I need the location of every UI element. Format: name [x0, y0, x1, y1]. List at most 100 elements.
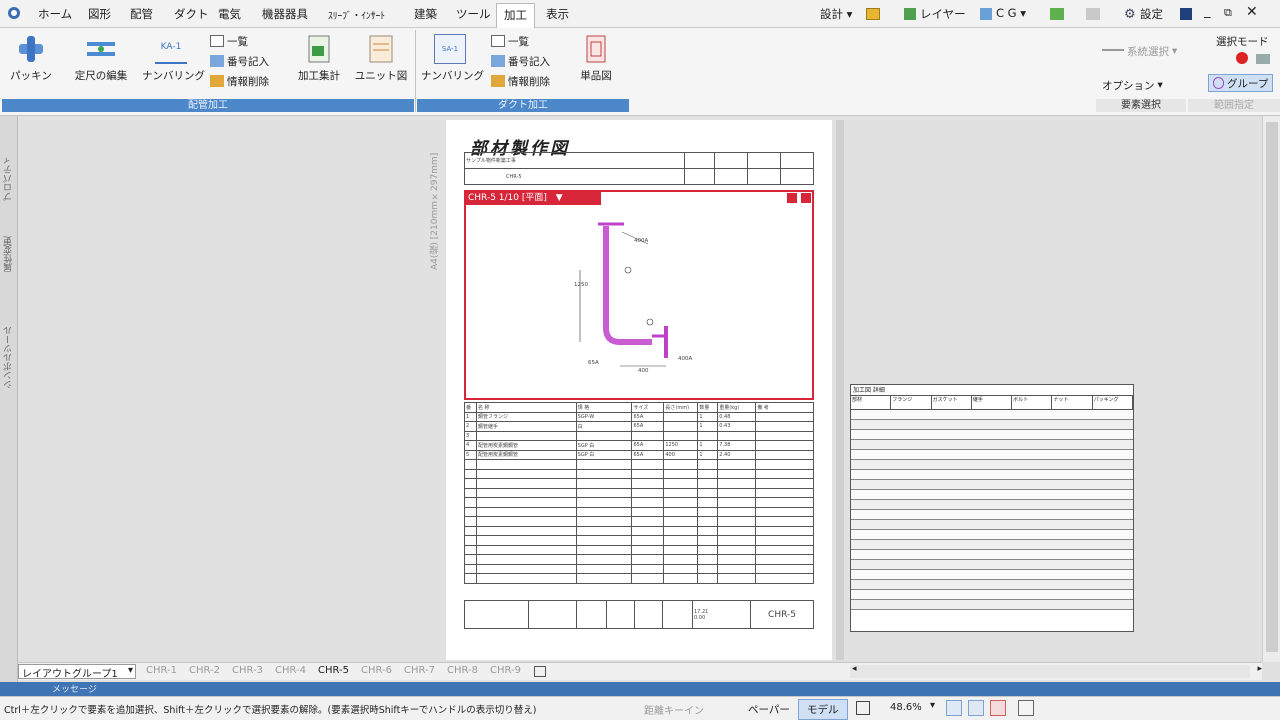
- view-maximize-icon[interactable]: [786, 192, 798, 204]
- minimize-icon[interactable]: _: [1204, 4, 1211, 19]
- unit-drawing-button[interactable]: ユニット図: [352, 32, 410, 88]
- view-header-bar[interactable]: CHR-5 1/10 [平面] ▼: [466, 192, 601, 205]
- footer-code: CHR-5: [768, 609, 796, 620]
- fit-view-icon[interactable]: [856, 701, 870, 715]
- table-cell: [663, 554, 699, 565]
- sheet-tab-chr-8[interactable]: CHR-8: [447, 665, 478, 676]
- table-cell: [697, 573, 719, 584]
- fabrication-total-button[interactable]: 加工集計: [290, 32, 348, 88]
- sheet-tab-chr-9[interactable]: CHR-9: [490, 665, 521, 676]
- table-cell: [631, 563, 665, 574]
- print-preview-icon[interactable]: [1018, 700, 1034, 716]
- printer-icon[interactable]: [1256, 54, 1270, 64]
- attribute-change-tab[interactable]: 属性変更: [2, 236, 16, 272]
- menu-view[interactable]: 表示: [546, 6, 569, 22]
- numbering-icon: KA-1: [155, 34, 187, 64]
- drawing-view-frame[interactable]: CHR-5 1/10 [平面] ▼ 400A 1250 400 65A 400A: [464, 190, 814, 400]
- menu-piping[interactable]: 配管: [130, 6, 153, 22]
- duct-numbering-button[interactable]: SA-1 ナンバリング: [421, 32, 484, 88]
- table-row: [851, 440, 1133, 450]
- scroll-left-icon[interactable]: ◂: [852, 664, 857, 674]
- pipe-number-entry-button[interactable]: 番号記入: [210, 52, 269, 70]
- duct-number-entry-button[interactable]: 番号記入: [491, 52, 550, 70]
- pipe-info-delete-button[interactable]: 情報削除: [210, 72, 269, 90]
- layer-button[interactable]: レイヤー: [920, 6, 966, 22]
- properties-tab[interactable]: プロパティ: [2, 156, 16, 201]
- paper-mode-button[interactable]: ペーパー: [748, 702, 790, 717]
- zoom-dropdown-icon[interactable]: ▾: [930, 700, 935, 711]
- menu-building[interactable]: 建築: [414, 6, 437, 22]
- gear-icon[interactable]: ⚙: [1124, 7, 1136, 22]
- zoom-window-icon[interactable]: [990, 700, 1006, 716]
- zoom-in-icon[interactable]: [968, 700, 984, 716]
- design-dropdown[interactable]: 設計 ▾: [820, 6, 852, 22]
- table-cell: [717, 535, 757, 546]
- model-mode-button[interactable]: モデル: [798, 699, 848, 720]
- tool-icon[interactable]: [1050, 8, 1064, 20]
- arrow-icon[interactable]: [1086, 8, 1100, 20]
- symbol-tool-tab[interactable]: シンボルツール: [2, 326, 16, 389]
- edit-length-button[interactable]: 定尺の編集: [68, 32, 134, 88]
- menu-sleeve[interactable]: ｽﾘｰﾌﾞ・ｲﾝｻｰﾄ: [328, 8, 385, 22]
- cg-button[interactable]: C G ▾: [996, 6, 1026, 20]
- menu-electric[interactable]: 電気: [218, 6, 241, 22]
- single-part-drawing-button[interactable]: 単品図: [567, 32, 625, 88]
- menu-fabrication[interactable]: 加工: [496, 3, 535, 28]
- detail-table-panel[interactable]: 加工図 詳細 部材 フランジ ガスケット 継手 ボルト ナット パッキング: [850, 384, 1134, 632]
- menu-tools[interactable]: ツール: [456, 6, 491, 22]
- system-select-button[interactable]: 系統選択 ▾: [1102, 42, 1177, 60]
- chevron-down-icon[interactable]: ▾: [128, 665, 133, 676]
- menu-duct[interactable]: ダクト: [174, 6, 209, 22]
- sheet-tab-chr-7[interactable]: CHR-7: [404, 665, 435, 676]
- options-dropdown[interactable]: オプション ▾: [1102, 76, 1163, 94]
- red-pin-icon[interactable]: [1236, 52, 1248, 64]
- folder-icon[interactable]: [866, 8, 880, 20]
- menu-shape[interactable]: 図形: [88, 6, 111, 22]
- table-row: [464, 573, 814, 584]
- table-cell: [575, 535, 633, 546]
- sheet-tab-chr-4[interactable]: CHR-4: [275, 665, 306, 676]
- horizontal-scrollbar[interactable]: ◂ ▸: [850, 664, 1262, 678]
- settings-button[interactable]: 設定: [1140, 6, 1163, 22]
- system-select-label: 系統選択: [1127, 45, 1169, 58]
- pipe-numbering-button[interactable]: KA-1 ナンバリング: [142, 32, 205, 88]
- layout-group-select[interactable]: レイアウトグループ1 ▾: [18, 664, 136, 680]
- restore-icon[interactable]: ⧉: [1224, 6, 1232, 20]
- scroll-right-icon[interactable]: ▸: [1257, 664, 1262, 674]
- duct-info-delete-button[interactable]: 情報削除: [491, 72, 550, 90]
- add-sheet-icon[interactable]: [534, 666, 546, 677]
- save-icon[interactable]: [1180, 8, 1192, 20]
- sheet-tab-chr-2[interactable]: CHR-2: [189, 665, 220, 676]
- table-cell: [697, 497, 719, 508]
- distance-keyin[interactable]: 距離キーイン: [644, 702, 704, 717]
- menu-equipment[interactable]: 機器器具: [262, 6, 308, 22]
- duct-list-button[interactable]: 一覧: [491, 32, 529, 50]
- table-cell: [464, 525, 477, 536]
- zoom-out-icon[interactable]: [946, 700, 962, 716]
- zoom-level[interactable]: 48.6%: [890, 702, 922, 713]
- table-cell: [631, 554, 665, 565]
- cg-icon[interactable]: [980, 8, 992, 20]
- sheet-tab-chr-3[interactable]: CHR-3: [232, 665, 263, 676]
- single-part-icon: [586, 35, 606, 63]
- menu-home[interactable]: ホーム: [38, 6, 72, 22]
- table-row: [464, 554, 814, 565]
- grid-icon[interactable]: [904, 8, 916, 20]
- sheet-tab-chr-1[interactable]: CHR-1: [146, 665, 177, 676]
- vertical-scrollbar[interactable]: [1262, 116, 1280, 662]
- app-icon[interactable]: [6, 6, 22, 20]
- sheet-tab-chr-6[interactable]: CHR-6: [361, 665, 392, 676]
- pipe-list-button[interactable]: 一覧: [210, 32, 248, 50]
- view-dropdown-icon[interactable]: ▼: [556, 193, 563, 203]
- view-close-icon[interactable]: [800, 192, 812, 204]
- close-icon[interactable]: ✕: [1246, 4, 1258, 20]
- packing-button[interactable]: パッキン: [2, 32, 60, 88]
- message-label: メッセージ: [52, 685, 97, 695]
- drawing-sheet[interactable]: 部材製作図 サンプル物件新築工事 CHR-5 CHR-5 1/10 [平面] ▼…: [446, 120, 832, 660]
- status-bar: Ctrl＋左クリックで要素を追加選択、Shift＋左クリックで選択要素の解除。(…: [0, 696, 1280, 720]
- message-bar[interactable]: メッセージ: [0, 682, 1280, 696]
- column-header: 部材: [851, 396, 892, 409]
- group-toggle-button[interactable]: グループ: [1208, 74, 1274, 92]
- sheet-tab-chr-5[interactable]: CHR-5: [318, 665, 349, 676]
- scroll-thumb[interactable]: [1266, 122, 1278, 652]
